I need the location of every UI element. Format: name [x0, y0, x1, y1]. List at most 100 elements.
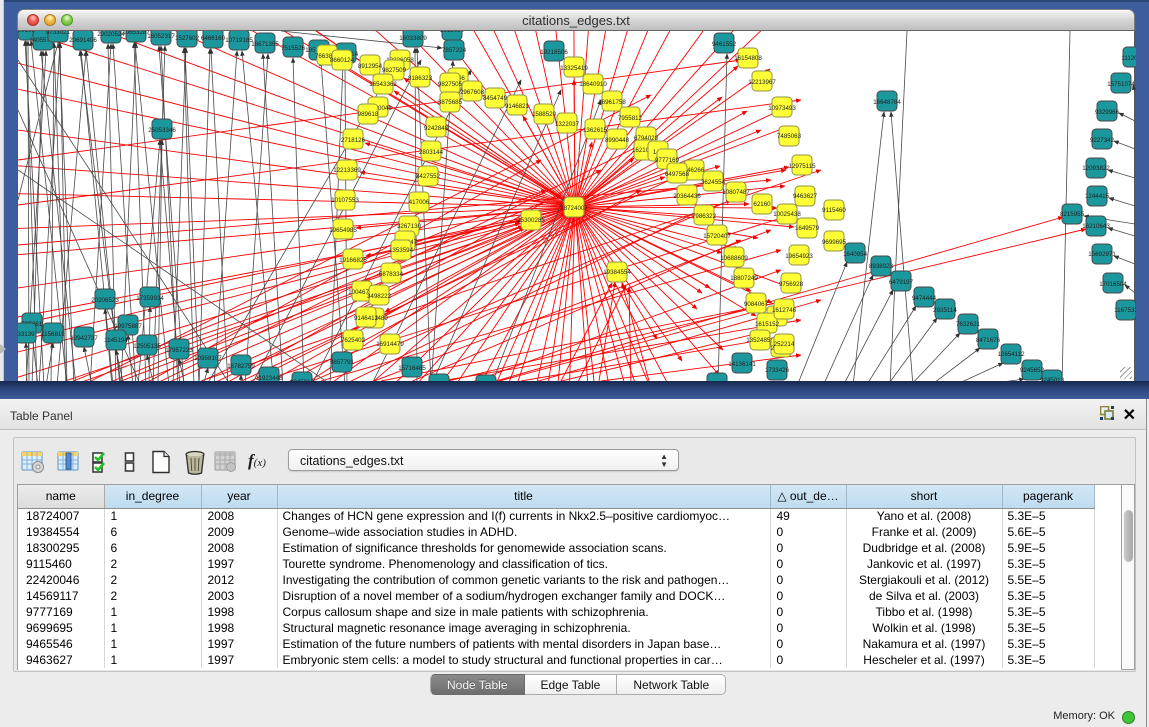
svg-text:25053346: 25053346: [148, 127, 176, 134]
svg-text:12213967: 12213967: [748, 79, 776, 86]
svg-text:13325419: 13325419: [560, 65, 588, 72]
svg-text:20020524: 20020524: [97, 31, 125, 38]
svg-text:13524851: 13524851: [746, 337, 774, 344]
svg-text:989618: 989618: [358, 111, 379, 118]
svg-text:9827509: 9827509: [382, 67, 407, 74]
svg-text:8813054: 8813054: [440, 31, 465, 34]
svg-text:2935114: 2935114: [933, 307, 957, 314]
svg-text:20691406: 20691406: [69, 37, 97, 44]
svg-text:1156819: 1156819: [41, 331, 65, 338]
svg-text:1112093: 1112093: [1121, 55, 1136, 62]
svg-text:15716485: 15716485: [398, 365, 426, 372]
svg-text:16210643: 16210643: [1082, 223, 1110, 230]
svg-text:8990448: 8990448: [605, 137, 630, 144]
svg-text:8938923: 8938923: [869, 263, 894, 270]
svg-text:10025438: 10025438: [773, 211, 801, 218]
svg-text:9115460: 9115460: [822, 207, 846, 214]
svg-text:1649579: 1649579: [795, 225, 820, 232]
svg-text:7625402: 7625402: [341, 337, 366, 344]
svg-text:19384554: 19384554: [603, 269, 631, 276]
svg-text:10807487: 10807487: [722, 189, 750, 196]
svg-text:8660124: 8660124: [330, 57, 355, 64]
svg-text:16782759: 16782759: [227, 363, 255, 370]
svg-text:33139: 33139: [18, 331, 35, 338]
svg-text:8454749: 8454749: [483, 95, 508, 102]
svg-text:5878334: 5878334: [379, 271, 404, 278]
svg-text:1322037: 1322037: [555, 121, 580, 128]
svg-text:9463627: 9463627: [793, 193, 818, 200]
svg-text:9242848: 9242848: [424, 125, 449, 132]
svg-text:3267130: 3267130: [397, 223, 422, 230]
svg-text:15751074: 15751074: [1107, 81, 1135, 88]
svg-text:9474444: 9474444: [912, 295, 937, 302]
svg-text:7857224: 7857224: [442, 47, 467, 54]
svg-text:8186323: 8186323: [408, 75, 433, 82]
svg-text:17359934: 17359934: [136, 295, 164, 302]
svg-text:8471676: 8471676: [976, 337, 1001, 344]
svg-text:7485063: 7485063: [777, 133, 802, 140]
svg-text:9245652: 9245652: [1020, 367, 1045, 374]
svg-text:9461552: 9461552: [712, 41, 737, 48]
svg-text:9146412: 9146412: [354, 315, 379, 322]
svg-text:16052317: 16052317: [147, 33, 175, 40]
svg-text:17957223: 17957223: [165, 347, 193, 354]
svg-text:19166825: 19166825: [339, 257, 367, 264]
svg-text:1588520: 1588520: [532, 111, 557, 118]
svg-text:12975115: 12975115: [788, 163, 816, 170]
svg-text:16961758: 16961758: [598, 99, 626, 106]
svg-text:19654923: 19654923: [785, 253, 813, 260]
svg-text:9245013: 9245013: [1040, 377, 1065, 381]
svg-text:252214: 252214: [774, 341, 795, 348]
svg-text:2967608: 2967608: [460, 89, 485, 96]
svg-text:20206523: 20206523: [91, 297, 119, 304]
svg-text:62160: 62160: [753, 201, 771, 208]
svg-text:1612746: 1612746: [772, 307, 797, 314]
svg-text:10719185: 10719185: [225, 37, 253, 44]
svg-text:3875685: 3875685: [438, 99, 463, 106]
svg-text:10107553: 10107553: [331, 197, 359, 204]
svg-text:6479197: 6479197: [889, 279, 914, 286]
svg-text:15692971: 15692971: [1088, 251, 1116, 258]
svg-text:2718126: 2718126: [341, 137, 366, 144]
svg-text:11923448: 11923448: [255, 375, 283, 381]
svg-text:7515526: 7515526: [281, 45, 306, 52]
svg-text:6466160: 6466160: [201, 35, 226, 42]
svg-text:6497568: 6497568: [665, 171, 690, 178]
svg-text:19975887: 19975887: [114, 323, 142, 330]
svg-text:9084067: 9084067: [744, 301, 769, 308]
svg-text:12942737: 12942737: [70, 335, 98, 342]
svg-text:1733426: 1733426: [765, 367, 790, 374]
svg-text:10973493: 10973493: [768, 105, 796, 112]
svg-text:3624554: 3624554: [701, 179, 726, 186]
svg-text:10688609: 10688609: [720, 255, 748, 262]
svg-text:1640954: 1640954: [843, 251, 868, 258]
svg-text:19654985: 19654985: [329, 227, 357, 234]
svg-text:18640910: 18640910: [579, 81, 607, 88]
svg-text:18807249: 18807249: [730, 275, 758, 282]
svg-text:9245012: 9245012: [290, 379, 315, 381]
svg-text:16914479: 16914479: [376, 341, 404, 348]
svg-text:1362615: 1362615: [583, 127, 608, 134]
svg-text:9699695: 9699695: [822, 239, 847, 246]
svg-text:1244415: 1244415: [1085, 193, 1110, 200]
svg-text:12093822: 12093822: [1082, 165, 1110, 172]
svg-text:8215955: 8215955: [1060, 211, 1085, 218]
svg-text:7955812: 7955812: [618, 115, 643, 122]
svg-text:25300285: 25300285: [517, 217, 545, 224]
svg-text:1167533: 1167533: [1114, 307, 1136, 314]
svg-text:1353594: 1353594: [389, 247, 414, 254]
svg-text:9756928: 9756928: [779, 281, 804, 288]
svg-text:16033809: 16033809: [399, 35, 427, 42]
svg-text:14136141: 14136141: [728, 361, 756, 368]
svg-text:7986322: 7986322: [692, 213, 717, 220]
svg-text:8427552: 8427552: [416, 173, 441, 180]
svg-text:3498222: 3498222: [367, 293, 392, 300]
svg-text:10653287: 10653287: [122, 31, 150, 36]
svg-text:10958107: 10958107: [194, 355, 222, 362]
svg-text:1615152: 1615152: [755, 321, 780, 328]
svg-text:19218506: 19218506: [540, 49, 568, 56]
svg-text:9146821: 9146821: [505, 103, 530, 110]
svg-text:7632621: 7632621: [956, 321, 981, 328]
svg-text:8912954: 8912954: [358, 63, 383, 70]
svg-text:1527602: 1527602: [175, 35, 200, 42]
